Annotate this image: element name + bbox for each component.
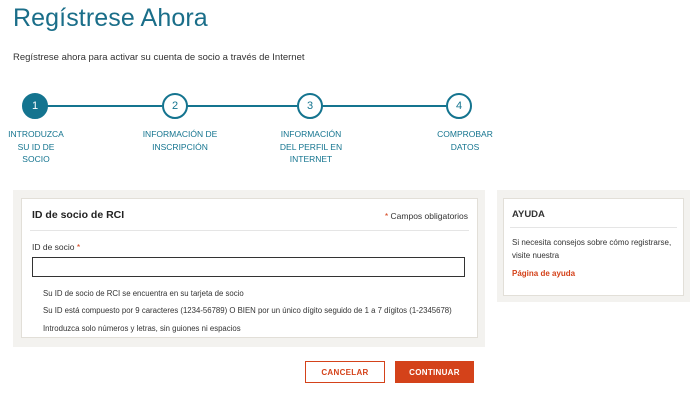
help-title: AYUDA	[512, 209, 545, 220]
hint-characters-only: Introduzca solo números y letras, sin gu…	[43, 324, 241, 333]
hint-card-location: Su ID de socio de RCI se encuentra en su…	[43, 289, 244, 298]
step-1-circle: 1	[22, 93, 48, 119]
required-fields-text: Campos obligatorios	[390, 211, 468, 221]
cancel-button[interactable]: CANCELAR	[305, 361, 385, 383]
form-title: ID de socio de RCI	[32, 209, 125, 221]
member-id-label: ID de socio *	[32, 242, 80, 252]
required-asterisk: *	[384, 211, 389, 221]
card-divider	[30, 230, 469, 231]
continue-button[interactable]: CONTINUAR	[395, 361, 474, 383]
step-1-label: INTRODUZCA SU ID DE SOCIO	[8, 129, 64, 164]
page-title: Regístrese Ahora	[13, 4, 208, 32]
help-page-link[interactable]: Página de ayuda	[512, 269, 575, 278]
member-id-card: ID de socio de RCI * Campos obligatorios…	[21, 198, 478, 338]
step-4-circle: 4	[446, 93, 472, 119]
help-panel: AYUDA Si necesita consejos sobre cómo re…	[497, 190, 690, 302]
step-2-label: INFORMACIÓN DE INSCRIPCIÓN	[142, 129, 218, 152]
step-3-circle: 3	[297, 93, 323, 119]
member-id-label-text: ID de socio	[32, 242, 75, 252]
member-id-panel: ID de socio de RCI * Campos obligatorios…	[13, 190, 485, 347]
step-2-circle: 2	[162, 93, 188, 119]
help-divider	[510, 227, 677, 228]
stepper-connector-1	[47, 105, 162, 107]
hint-id-format: Su ID está compuesto por 9 caracteres (1…	[43, 306, 452, 315]
step-3-label: INFORMACIÓN DEL PERFIL EN INTERNET	[279, 129, 343, 164]
stepper-connector-2	[187, 105, 297, 107]
step-4-label: COMPROBAR DATOS	[437, 129, 493, 152]
help-card: AYUDA Si necesita consejos sobre cómo re…	[503, 198, 684, 296]
required-fields-note: * Campos obligatorios	[385, 211, 468, 221]
member-id-required-asterisk: *	[76, 242, 81, 252]
page-subtitle: Regístrese ahora para activar su cuenta …	[13, 52, 305, 63]
stepper-connector-3	[322, 105, 446, 107]
help-text: Si necesita consejos sobre cómo registra…	[512, 238, 672, 260]
member-id-input[interactable]	[32, 257, 465, 277]
progress-stepper: 1 2 3 4 INTRODUZCA SU ID DE SOCIO INFORM…	[0, 90, 698, 170]
